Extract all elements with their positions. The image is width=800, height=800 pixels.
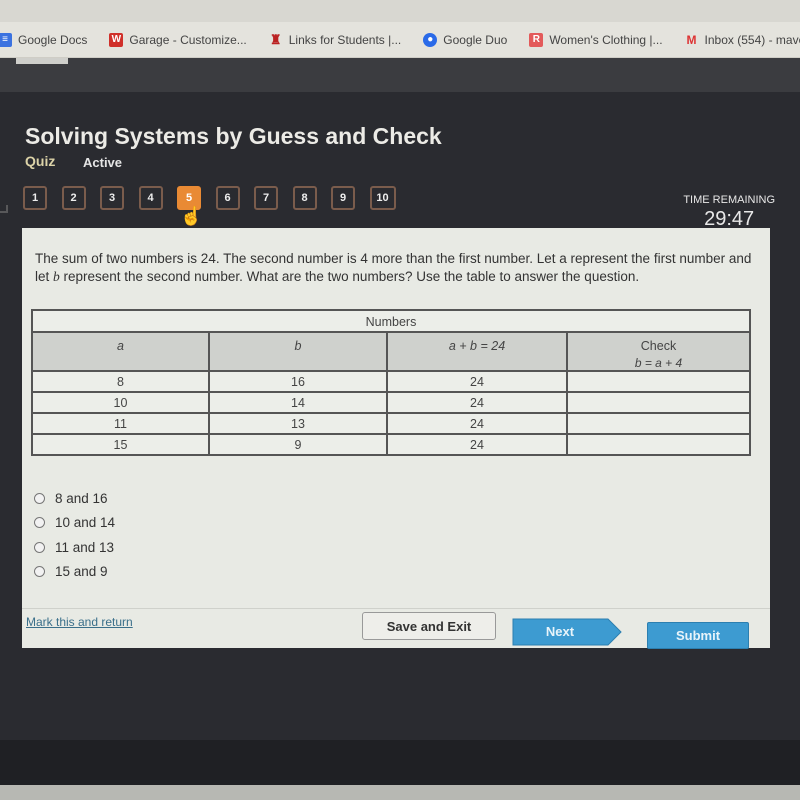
table-cell xyxy=(566,412,751,435)
question-button-1[interactable]: 1 xyxy=(23,186,47,210)
radio-button[interactable] xyxy=(34,517,45,529)
bookmark-label: Inbox (554) - mave... xyxy=(704,32,800,47)
numbers-table: Numbers a b a + b = 24 Check b = a + 4 81… xyxy=(31,309,751,456)
mark-and-return-link[interactable]: Mark this and return xyxy=(26,615,133,629)
google-docs-icon: ≡ xyxy=(0,32,12,47)
table-cell xyxy=(566,433,751,456)
question-text: The sum of two numbers is 24. The second… xyxy=(35,250,765,286)
answer-option-label: 11 and 13 xyxy=(55,539,115,555)
answer-option-label: 15 and 9 xyxy=(55,564,108,580)
question-navigator: 1 2 3 4 5 6 7 8 9 10 xyxy=(23,186,410,210)
table-cell: 9 xyxy=(208,433,388,456)
footer-divider xyxy=(22,608,770,609)
question-card: The sum of two numbers is 24. The second… xyxy=(22,228,770,649)
answer-option[interactable]: 15 and 9 xyxy=(34,560,115,585)
womens-clothing-icon: R xyxy=(529,32,544,47)
save-and-exit-button[interactable]: Save and Exit xyxy=(362,612,496,640)
bookmark-google-duo[interactable]: ● Google Duo xyxy=(423,32,508,47)
hand-cursor-icon: ☝ xyxy=(180,206,203,226)
table-cell: 24 xyxy=(386,370,568,393)
desk-surface xyxy=(0,785,800,800)
header-check: Check b = a + 4 xyxy=(566,331,751,372)
bookmark-womens-clothing[interactable]: R Women's Clothing |... xyxy=(529,32,663,47)
question-button-10[interactable]: 10 xyxy=(369,186,396,210)
garage-icon: W xyxy=(109,32,124,47)
question-text-part2: represent the second number. What are th… xyxy=(59,269,640,284)
answer-option-label: 8 and 16 xyxy=(55,490,108,506)
bookmark-label: Links for Students |... xyxy=(288,32,402,47)
bookmark-google-docs[interactable]: ≡ Google Docs xyxy=(0,32,88,47)
links-icon: ♜ xyxy=(269,31,282,47)
answer-option[interactable]: 11 and 13 xyxy=(34,535,115,560)
table-cell: 10 xyxy=(31,391,210,414)
browser-tab-strip xyxy=(0,0,800,22)
radio-button[interactable] xyxy=(34,541,45,553)
table-cell: 11 xyxy=(31,412,210,435)
bookmarks-bar: ≡ Google Docs W Garage - Customize... ♜ Links… xyxy=(0,22,800,58)
gmail-icon: M xyxy=(686,32,697,47)
question-button-8[interactable]: 8 xyxy=(292,186,317,210)
side-arrow-icon xyxy=(0,205,8,213)
question-button-3[interactable]: 3 xyxy=(100,186,124,210)
page-title: Solving Systems by Guess and Check xyxy=(25,123,442,149)
table-cell: 13 xyxy=(208,412,388,435)
header-b: b xyxy=(208,331,388,372)
table-row: 11 13 24 xyxy=(31,412,751,435)
answer-option-label: 10 and 14 xyxy=(55,515,116,531)
bookmark-label: Google Duo xyxy=(443,32,508,47)
question-button-7[interactable]: 7 xyxy=(254,186,278,210)
table-cell: 14 xyxy=(208,391,388,414)
bookmark-label: Google Docs xyxy=(18,32,88,47)
table-cell: 24 xyxy=(386,391,568,414)
header-sum: a + b = 24 xyxy=(386,331,568,372)
question-button-9[interactable]: 9 xyxy=(331,186,355,210)
table-row: 8 16 24 xyxy=(31,370,751,393)
status-label: Active xyxy=(83,155,123,170)
header-a: a xyxy=(31,331,210,372)
answer-option[interactable]: 10 and 14 xyxy=(34,511,115,536)
bookmark-garage[interactable]: W Garage - Customize... xyxy=(109,32,247,47)
next-button-label: Next xyxy=(545,624,575,639)
next-button[interactable]: Next xyxy=(512,618,622,646)
bookmark-label: Women's Clothing |... xyxy=(549,32,663,47)
page-subheader xyxy=(0,58,800,92)
submit-button[interactable]: Submit xyxy=(647,622,749,649)
table-cell: 15 xyxy=(31,433,210,456)
answer-option[interactable]: 8 and 16 xyxy=(34,486,115,511)
table-caption: Numbers xyxy=(31,309,751,333)
table-row: 15 9 24 xyxy=(31,433,751,456)
timer: TIME REMAINING 29:47 xyxy=(683,190,775,231)
bookmark-links[interactable]: ♜ Links for Students |... xyxy=(269,31,402,47)
radio-button[interactable] xyxy=(34,492,45,504)
question-button-6[interactable]: 6 xyxy=(215,186,240,210)
table-row: 10 14 24 xyxy=(31,391,751,414)
table-cell: 24 xyxy=(386,433,568,456)
variable-b: b xyxy=(53,269,60,284)
bookmark-gmail[interactable]: M Inbox (554) - mave... xyxy=(685,33,800,47)
table-cell xyxy=(566,370,751,393)
question-button-4[interactable]: 4 xyxy=(138,186,163,210)
activity-type: Quiz xyxy=(25,153,56,169)
table-cell: 8 xyxy=(31,370,210,393)
timer-label: TIME REMAINING xyxy=(683,194,775,206)
question-button-2[interactable]: 2 xyxy=(61,186,86,210)
answer-options: 8 and 16 10 and 14 11 and 13 15 and 9 xyxy=(34,486,115,584)
bookmark-label: Garage - Customize... xyxy=(129,32,247,47)
table-cell xyxy=(566,391,751,414)
notes-tab[interactable] xyxy=(16,58,68,64)
radio-button[interactable] xyxy=(34,566,45,578)
table-cell: 16 xyxy=(208,370,388,393)
google-duo-icon: ● xyxy=(423,32,438,47)
table-cell: 24 xyxy=(386,412,568,435)
